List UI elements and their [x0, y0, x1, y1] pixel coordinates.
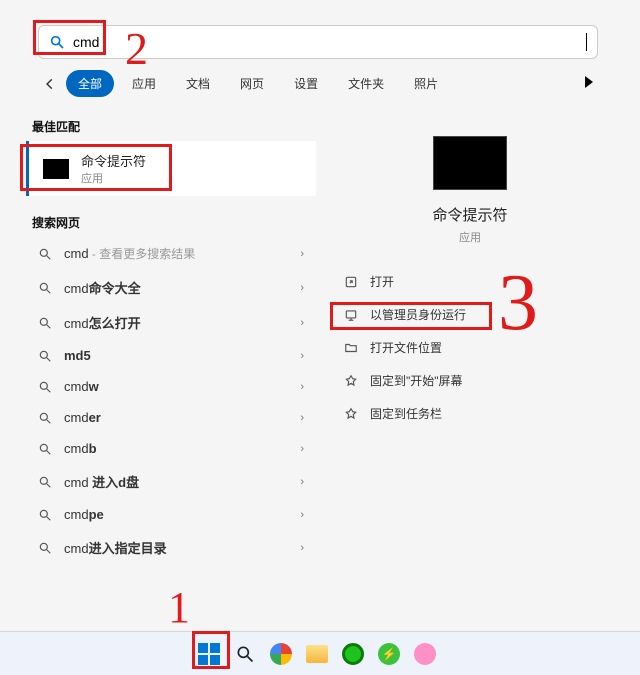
start-button[interactable] — [196, 641, 222, 667]
web-result-0[interactable]: cmd - 查看更多搜索结果 › — [26, 237, 316, 270]
annotation-3: 3 — [498, 258, 538, 349]
web-result-text: cmd 进入d盘 — [64, 472, 139, 491]
taskbar-search-icon[interactable] — [232, 641, 258, 667]
pin-icon — [344, 407, 358, 421]
action-label: 打开 — [370, 273, 394, 290]
best-match-item[interactable]: 命令提示符 应用 — [26, 141, 316, 196]
web-result-text: cmd怎么打开 — [64, 313, 141, 332]
chevron-right-icon: › — [300, 412, 304, 424]
web-result-text: cmdb — [64, 441, 97, 456]
chevron-right-icon: › — [300, 248, 304, 260]
chevron-right-icon: › — [300, 476, 304, 488]
tab-all[interactable]: 全部 — [66, 70, 114, 97]
back-button[interactable] — [40, 74, 60, 94]
chevron-right-icon: › — [300, 509, 304, 521]
cmd-thumb-icon — [43, 159, 69, 179]
action-open[interactable]: 打开 — [330, 265, 610, 298]
chevron-right-icon: › — [300, 542, 304, 554]
search-box[interactable] — [38, 25, 598, 59]
search-icon — [38, 411, 52, 425]
annotation-1: 1 — [168, 582, 190, 633]
action-label: 打开文件位置 — [370, 339, 442, 356]
open-icon — [344, 275, 358, 289]
web-result-text: cmd - 查看更多搜索结果 — [64, 245, 195, 262]
tab-web[interactable]: 网页 — [228, 70, 276, 97]
web-result-text: cmder — [64, 410, 101, 425]
web-result-text: cmd命令大全 — [64, 278, 141, 297]
action-folder[interactable]: 打开文件位置 — [330, 331, 610, 364]
action-label: 固定到任务栏 — [370, 405, 442, 422]
web-result-9[interactable]: cmd进入指定目录 › — [26, 530, 316, 565]
app-title: 命令提示符 — [330, 204, 610, 225]
tab-folders[interactable]: 文件夹 — [336, 70, 396, 97]
admin-icon — [344, 308, 358, 322]
chevron-right-icon: › — [300, 282, 304, 294]
taskbar-browser-icon[interactable] — [268, 641, 294, 667]
app-subtitle: 应用 — [330, 229, 610, 245]
search-icon — [49, 34, 65, 50]
action-label: 固定到"开始"屏幕 — [370, 372, 463, 389]
taskbar: ⚡ — [0, 631, 640, 675]
web-result-3[interactable]: md5 › — [26, 340, 316, 371]
taskbar-app2-icon[interactable]: ⚡ — [376, 641, 402, 667]
section-web: 搜索网页 — [32, 214, 310, 231]
more-arrow[interactable] — [585, 76, 593, 88]
tab-photos[interactable]: 照片 — [402, 70, 450, 97]
web-result-4[interactable]: cmdw › — [26, 371, 316, 402]
web-result-2[interactable]: cmd怎么打开 › — [26, 305, 316, 340]
search-icon — [38, 380, 52, 394]
search-icon — [38, 247, 52, 261]
web-result-text: cmdpe — [64, 507, 104, 522]
chevron-right-icon: › — [300, 443, 304, 455]
search-icon — [38, 475, 52, 489]
best-match-subtitle: 应用 — [81, 170, 146, 186]
search-icon — [38, 316, 52, 330]
chevron-right-icon: › — [300, 381, 304, 393]
section-best-match: 最佳匹配 — [32, 118, 310, 135]
action-admin[interactable]: 以管理员身份运行 — [330, 298, 610, 331]
web-result-8[interactable]: cmdpe › — [26, 499, 316, 530]
taskbar-explorer-icon[interactable] — [304, 641, 330, 667]
best-match-title: 命令提示符 — [81, 151, 146, 170]
annotation-2: 2 — [125, 22, 148, 75]
search-icon — [38, 541, 52, 555]
chevron-right-icon: › — [300, 350, 304, 362]
web-result-text: cmd进入指定目录 — [64, 538, 167, 557]
web-result-text: cmdw — [64, 379, 99, 394]
web-result-5[interactable]: cmder › — [26, 402, 316, 433]
search-icon — [38, 349, 52, 363]
web-result-text: md5 — [64, 348, 91, 363]
action-label: 以管理员身份运行 — [370, 306, 466, 323]
search-icon — [38, 281, 52, 295]
tab-docs[interactable]: 文档 — [174, 70, 222, 97]
results-left-column: 最佳匹配 命令提示符 应用 搜索网页 cmd - 查看更多搜索结果›cmd命令大… — [26, 110, 316, 565]
taskbar-app3-icon[interactable] — [412, 641, 438, 667]
web-result-1[interactable]: cmd命令大全 › — [26, 270, 316, 305]
web-result-6[interactable]: cmdb › — [26, 433, 316, 464]
details-panel: 命令提示符 应用 打开以管理员身份运行打开文件位置固定到"开始"屏幕固定到任务栏 — [330, 110, 610, 430]
chevron-right-icon: › — [300, 317, 304, 329]
action-pin[interactable]: 固定到"开始"屏幕 — [330, 364, 610, 397]
search-icon — [38, 442, 52, 456]
action-pin[interactable]: 固定到任务栏 — [330, 397, 610, 430]
filter-tabs: 全部 应用 文档 网页 设置 文件夹 照片 — [40, 70, 450, 97]
search-input[interactable] — [73, 34, 588, 50]
pin-icon — [344, 374, 358, 388]
tab-settings[interactable]: 设置 — [282, 70, 330, 97]
folder-icon — [344, 341, 358, 355]
app-large-icon — [433, 136, 507, 190]
taskbar-app-icon[interactable] — [340, 641, 366, 667]
web-result-7[interactable]: cmd 进入d盘 › — [26, 464, 316, 499]
search-icon — [38, 508, 52, 522]
